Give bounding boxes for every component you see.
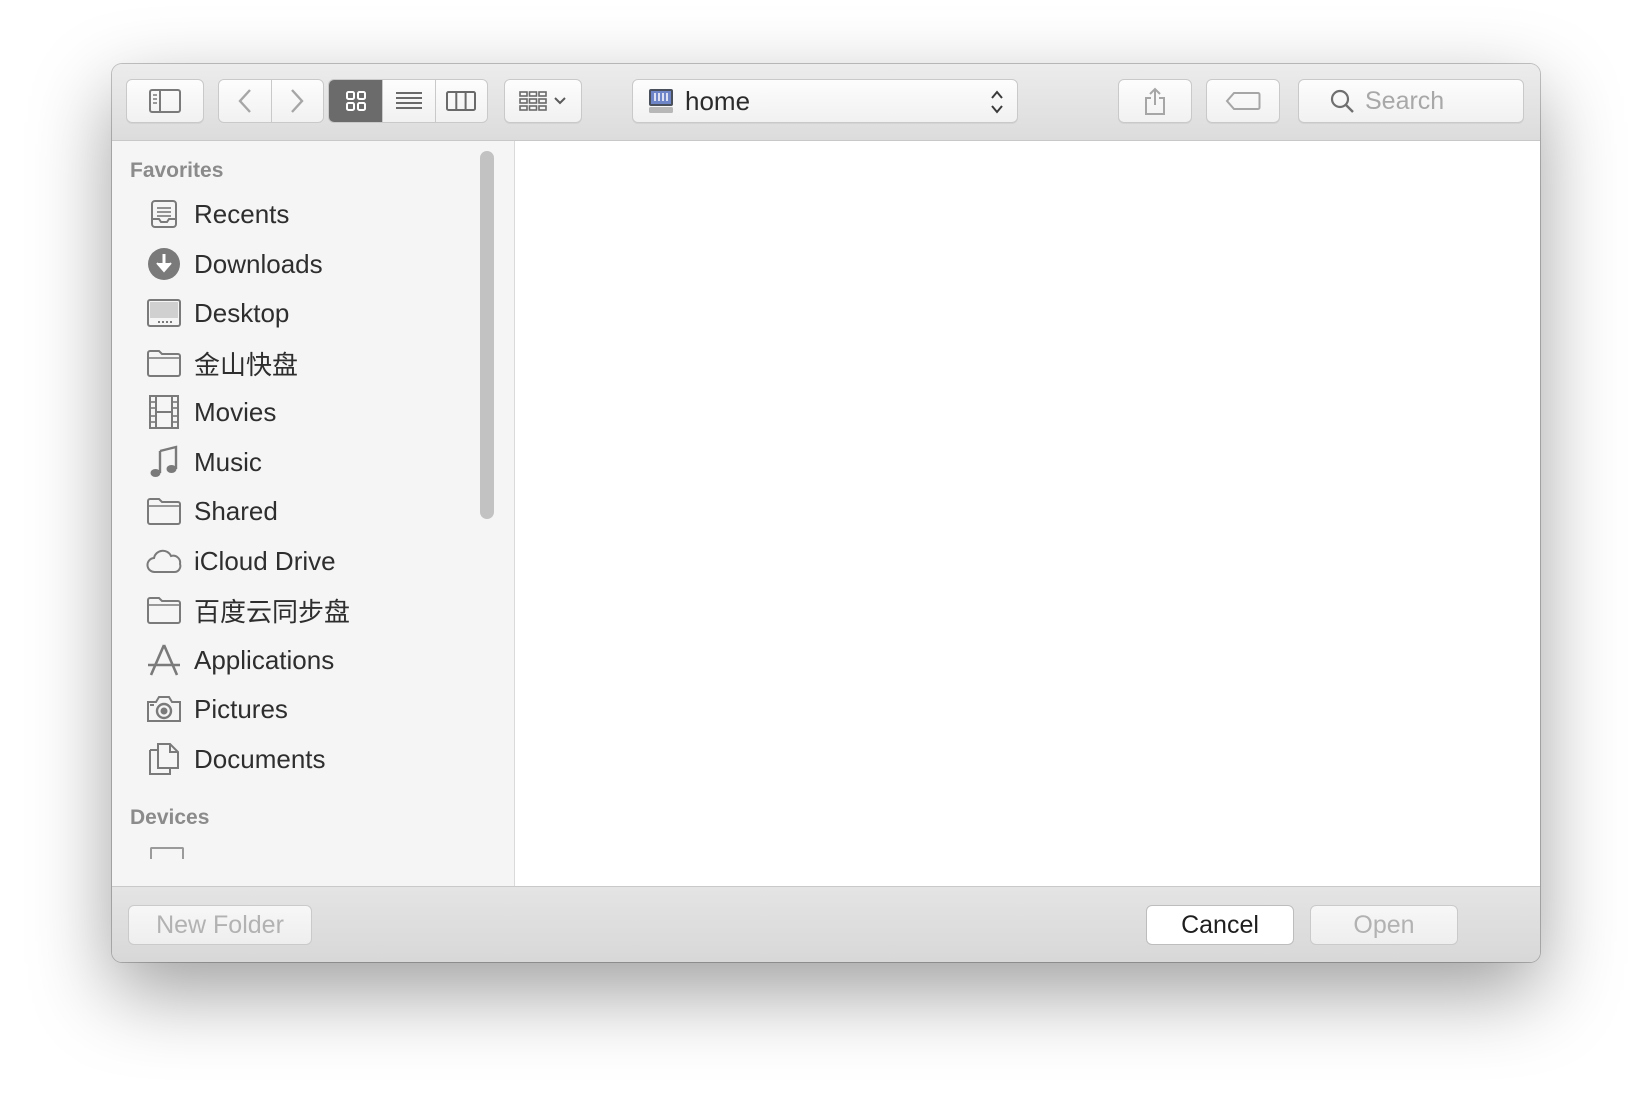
sidebar-toggle-button[interactable] (126, 79, 204, 123)
sidebar-item-documents[interactable]: Documents (146, 736, 476, 782)
sidebar-item-label: 百度云同步盘 (194, 596, 351, 627)
recents-icon (146, 196, 182, 232)
applications-icon (146, 642, 182, 678)
search-placeholder: Search (1365, 86, 1445, 115)
sidebar-item-label: Downloads (194, 248, 323, 279)
devices-heading: Devices (130, 806, 210, 829)
tag-icon (1225, 92, 1261, 110)
updown-arrows-icon (991, 90, 1003, 114)
bottom-bar: New Folder Cancel Open (112, 886, 1540, 962)
open-dialog-window: home Search Favorites Recents Downloads … (112, 64, 1540, 962)
sidebar-item-label: iCloud Drive (194, 545, 336, 576)
sidebar-item-applications[interactable]: Applications (146, 637, 476, 683)
new-folder-button[interactable]: New Folder (128, 905, 312, 945)
chevron-down-icon (554, 97, 566, 105)
toolbar: home Search (112, 64, 1540, 141)
sidebar-icon (149, 89, 181, 113)
movies-icon (146, 394, 182, 430)
downloads-icon (146, 246, 182, 282)
sidebar-item-label: Movies (194, 396, 277, 427)
file-browser-content[interactable] (515, 141, 1540, 886)
favorites-heading: Favorites (130, 159, 224, 182)
sidebar-item-label: Pictures (194, 693, 288, 724)
list-view-button[interactable] (382, 80, 435, 122)
share-icon (1145, 87, 1165, 115)
sidebar-item-shared[interactable]: Shared (146, 488, 476, 534)
cancel-button[interactable]: Cancel (1146, 905, 1294, 945)
sidebar-item-label: Recents (194, 198, 290, 229)
server-drive-icon (649, 89, 673, 113)
arrange-button[interactable] (504, 79, 582, 123)
grid-icon (345, 91, 366, 111)
sidebar-item-movies[interactable]: Movies (146, 389, 476, 435)
icon-view-button[interactable] (329, 80, 383, 122)
sidebar-item-desktop[interactable]: Desktop (146, 290, 476, 336)
sidebar-item-recents[interactable]: Recents (146, 191, 476, 237)
open-button[interactable]: Open (1310, 905, 1458, 945)
sidebar-item-label: Shared (194, 495, 278, 526)
column-view-button[interactable] (434, 80, 487, 122)
folder-icon (146, 592, 182, 628)
search-field[interactable]: Search (1298, 79, 1524, 123)
sidebar-item-downloads[interactable]: Downloads (146, 241, 476, 287)
music-icon (146, 444, 182, 480)
nav-buttons (218, 79, 324, 123)
camera-icon (146, 691, 182, 727)
columns-icon (446, 91, 477, 111)
cloud-icon (146, 543, 182, 579)
search-icon (1330, 89, 1354, 113)
sidebar-item-label: Desktop (194, 297, 290, 328)
folder-icon (146, 493, 182, 529)
path-popup-button[interactable]: home (632, 79, 1018, 123)
documents-icon (146, 741, 182, 777)
tags-button[interactable] (1206, 79, 1280, 123)
folder-icon (146, 345, 182, 381)
sidebar-item-label: Applications (194, 644, 335, 675)
device-icon-partial (150, 847, 184, 859)
sidebar-item-kuaipan[interactable]: 金山快盘 (146, 340, 476, 386)
sidebar-scrollbar[interactable] (480, 151, 494, 519)
forward-button[interactable] (270, 80, 323, 122)
sidebar-item-baidu[interactable]: 百度云同步盘 (146, 587, 476, 633)
sidebar-item-pictures[interactable]: Pictures (146, 686, 476, 732)
arrange-grid-icon (519, 91, 547, 111)
sidebar-item-label: 金山快盘 (194, 349, 299, 380)
share-button[interactable] (1118, 79, 1192, 123)
path-label: home (685, 85, 751, 116)
sidebar-item-music[interactable]: Music (146, 439, 476, 485)
desktop-icon (146, 295, 182, 331)
view-mode-control (328, 79, 488, 123)
sidebar-item-label: Music (194, 446, 262, 477)
chevron-right-icon (291, 89, 304, 113)
list-icon (395, 92, 422, 109)
sidebar[interactable]: Favorites Recents Downloads Desktop 金山快盘… (112, 141, 515, 886)
sidebar-item-icloud[interactable]: iCloud Drive (146, 538, 476, 584)
chevron-left-icon (238, 89, 251, 113)
back-button[interactable] (219, 80, 271, 122)
sidebar-item-label: Documents (194, 743, 326, 774)
